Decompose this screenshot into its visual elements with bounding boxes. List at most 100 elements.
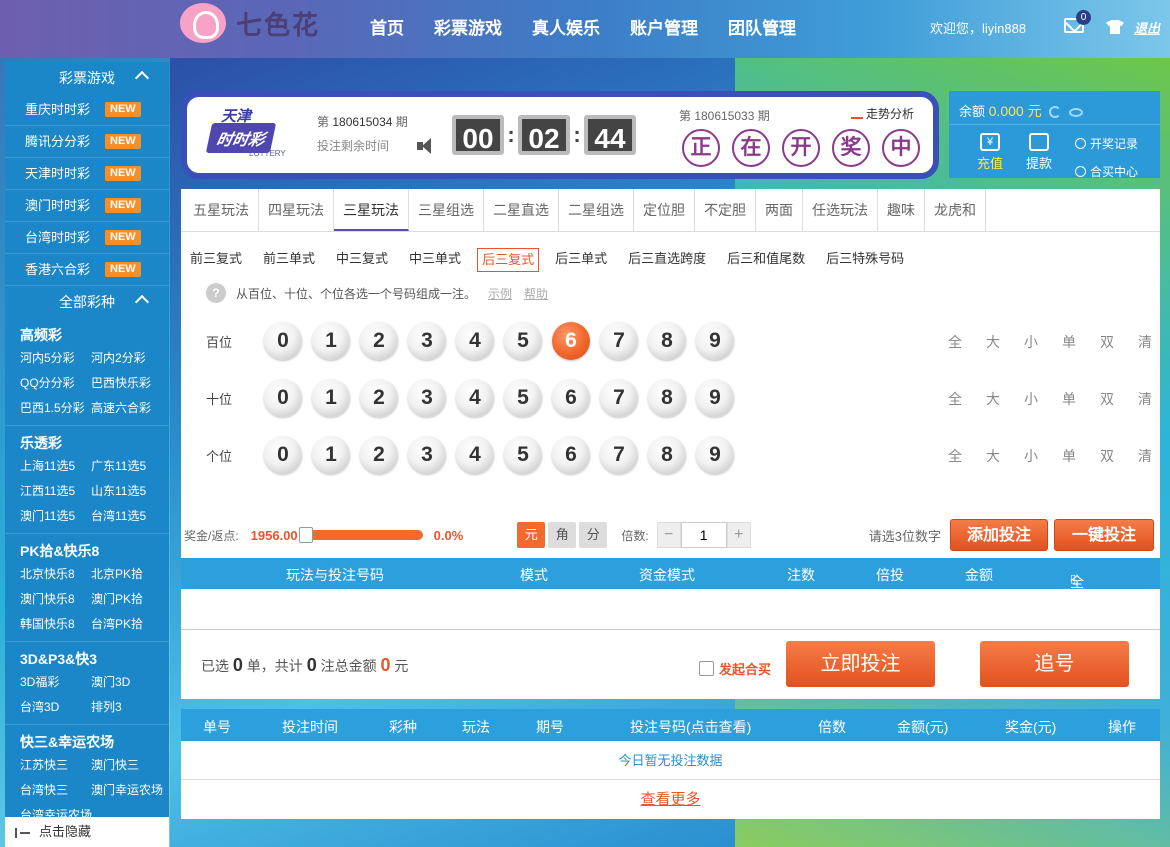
multiplier-increase-button[interactable]: + xyxy=(726,522,751,548)
digit-ball[interactable]: 4 xyxy=(456,379,494,417)
sidebar-game-link[interactable]: 山东11选5 xyxy=(91,479,162,504)
sidebar-item-lottery[interactable]: 台湾时时彩 NEW xyxy=(5,222,169,254)
quick-select-button[interactable]: 清 xyxy=(1126,389,1164,409)
digit-ball[interactable]: 5 xyxy=(504,322,542,360)
quick-select-button[interactable]: 单 xyxy=(1050,332,1088,352)
sidebar-game-link[interactable]: 河内5分彩 xyxy=(20,346,91,371)
nav-team[interactable]: 团队管理 xyxy=(728,14,796,39)
digit-ball[interactable]: 3 xyxy=(408,322,446,360)
sidebar-item-lottery[interactable]: 腾讯分分彩 NEW xyxy=(5,126,169,158)
digit-ball[interactable]: 4 xyxy=(456,322,494,360)
nav-lottery[interactable]: 彩票游戏 xyxy=(434,14,502,39)
sidebar-item-lottery[interactable]: 天津时时彩 NEW xyxy=(5,158,169,190)
sidebar-all-header[interactable]: 全部彩种 xyxy=(5,286,169,318)
unit-yuan-button[interactable]: 元 xyxy=(517,522,546,548)
quick-select-button[interactable]: 单 xyxy=(1050,389,1088,409)
hide-balance-icon[interactable] xyxy=(1068,108,1083,117)
sidebar-game-link[interactable]: 台湾快三 xyxy=(20,778,91,803)
sidebar-game-link[interactable]: 韩国快乐8 xyxy=(20,612,91,637)
sidebar-game-link[interactable]: 河内2分彩 xyxy=(91,346,162,371)
play-tab[interactable]: 龙虎和 xyxy=(925,189,986,231)
sidebar-game-link[interactable]: 台湾PK拾 xyxy=(91,612,162,637)
digit-ball[interactable]: 2 xyxy=(360,436,398,474)
speaker-icon[interactable] xyxy=(417,137,437,155)
digit-ball[interactable]: 2 xyxy=(360,379,398,417)
digit-ball[interactable]: 8 xyxy=(648,379,686,417)
sidebar-game-link[interactable]: 广东11选5 xyxy=(91,454,162,479)
play-tab[interactable]: 二星直选 xyxy=(484,189,559,231)
digit-ball[interactable]: 7 xyxy=(600,379,638,417)
quick-select-button[interactable]: 全 xyxy=(936,332,974,352)
digit-ball[interactable]: 7 xyxy=(600,436,638,474)
sub-play-tab[interactable]: 后三特殊号码 xyxy=(826,248,904,272)
digit-ball[interactable]: 6 xyxy=(552,436,590,474)
digit-ball[interactable]: 8 xyxy=(648,322,686,360)
play-tab[interactable]: 不定胆 xyxy=(695,189,756,231)
play-tab[interactable]: 定位胆 xyxy=(634,189,695,231)
sidebar-game-link[interactable]: 澳门11选5 xyxy=(20,504,91,529)
digit-ball[interactable]: 1 xyxy=(312,436,350,474)
rebate-slider[interactable] xyxy=(298,527,423,543)
play-tab[interactable]: 任选玩法 xyxy=(803,189,878,231)
digit-ball[interactable]: 1 xyxy=(312,322,350,360)
digit-ball[interactable]: 5 xyxy=(504,379,542,417)
sidebar-game-link[interactable]: 江西11选5 xyxy=(20,479,91,504)
quick-select-button[interactable]: 双 xyxy=(1088,389,1126,409)
quick-select-button[interactable]: 双 xyxy=(1088,332,1126,352)
unit-jiao-button[interactable]: 角 xyxy=(548,522,577,548)
sidebar-game-link[interactable]: 澳门快三 xyxy=(91,753,162,778)
shirt-icon[interactable] xyxy=(1106,20,1124,34)
joint-center-link[interactable]: 合买中心 xyxy=(1075,163,1138,180)
sub-play-tab[interactable]: 前三单式 xyxy=(263,248,315,272)
quick-select-button[interactable]: 清 xyxy=(1126,332,1164,352)
digit-ball[interactable]: 1 xyxy=(312,379,350,417)
quick-select-button[interactable]: 单 xyxy=(1050,446,1088,466)
digit-ball[interactable]: 0 xyxy=(264,379,302,417)
sidebar-game-link[interactable]: 3D福彩 xyxy=(20,670,91,695)
sidebar-lottery-header[interactable]: 彩票游戏 xyxy=(5,62,169,94)
unit-fen-button[interactable]: 分 xyxy=(579,522,608,548)
digit-ball[interactable]: 5 xyxy=(504,436,542,474)
digit-ball[interactable]: 8 xyxy=(648,436,686,474)
digit-ball[interactable]: 3 xyxy=(408,436,446,474)
play-tab[interactable]: 三星玩法 xyxy=(334,189,409,231)
draw-records-link[interactable]: 开奖记录 xyxy=(1075,135,1138,152)
quick-select-button[interactable]: 小 xyxy=(1012,446,1050,466)
play-tab[interactable]: 二星组选 xyxy=(559,189,634,231)
hide-sidebar-button[interactable]: 点击隐藏 xyxy=(5,817,169,847)
example-link[interactable]: 示例 xyxy=(488,285,512,302)
brand-logo[interactable]: 七色花 xyxy=(180,3,320,43)
sidebar-game-link[interactable]: 澳门3D xyxy=(91,670,162,695)
sidebar-game-link[interactable]: 澳门幸运农场 xyxy=(91,778,163,803)
sidebar-game-link[interactable]: 上海11选5 xyxy=(20,454,91,479)
sidebar-item-lottery[interactable]: 澳门时时彩 NEW xyxy=(5,190,169,222)
digit-ball[interactable]: 4 xyxy=(456,436,494,474)
joint-checkbox[interactable] xyxy=(699,661,714,676)
sidebar-game-link[interactable]: QQ分分彩 xyxy=(20,371,91,396)
sub-play-tab[interactable]: 后三复式 xyxy=(477,248,540,272)
sub-play-tab[interactable]: 前三复式 xyxy=(190,248,242,272)
play-tab[interactable]: 趣味 xyxy=(878,189,925,231)
sub-play-tab[interactable]: 后三直选跨度 xyxy=(628,248,706,272)
sidebar-game-link[interactable]: 澳门快乐8 xyxy=(20,587,91,612)
digit-ball[interactable]: 0 xyxy=(264,322,302,360)
sidebar-item-lottery[interactable]: 重庆时时彩 NEW xyxy=(5,94,169,126)
digit-ball[interactable]: 0 xyxy=(264,436,302,474)
sidebar-game-link[interactable]: 澳门PK拾 xyxy=(91,587,162,612)
sidebar-game-link[interactable]: 北京PK拾 xyxy=(91,562,162,587)
digit-ball[interactable]: 9 xyxy=(696,436,734,474)
quick-select-button[interactable]: 清 xyxy=(1126,446,1164,466)
multiplier-input[interactable] xyxy=(680,522,727,548)
quick-select-button[interactable]: 大 xyxy=(974,446,1012,466)
quick-select-button[interactable]: 小 xyxy=(1012,332,1050,352)
sidebar-game-link[interactable]: 巴西快乐彩 xyxy=(91,371,162,396)
trend-analysis-link[interactable]: 走势分析 xyxy=(851,105,914,122)
view-more-link[interactable]: 查看更多 xyxy=(640,791,700,808)
withdraw-button[interactable]: 提款 xyxy=(1026,133,1052,172)
quick-select-button[interactable]: 全 xyxy=(936,389,974,409)
digit-ball[interactable]: 9 xyxy=(696,322,734,360)
quick-select-button[interactable]: 双 xyxy=(1088,446,1126,466)
play-tab[interactable]: 三星组选 xyxy=(409,189,484,231)
quick-select-button[interactable]: 大 xyxy=(974,389,1012,409)
sidebar-game-link[interactable]: 北京快乐8 xyxy=(20,562,91,587)
